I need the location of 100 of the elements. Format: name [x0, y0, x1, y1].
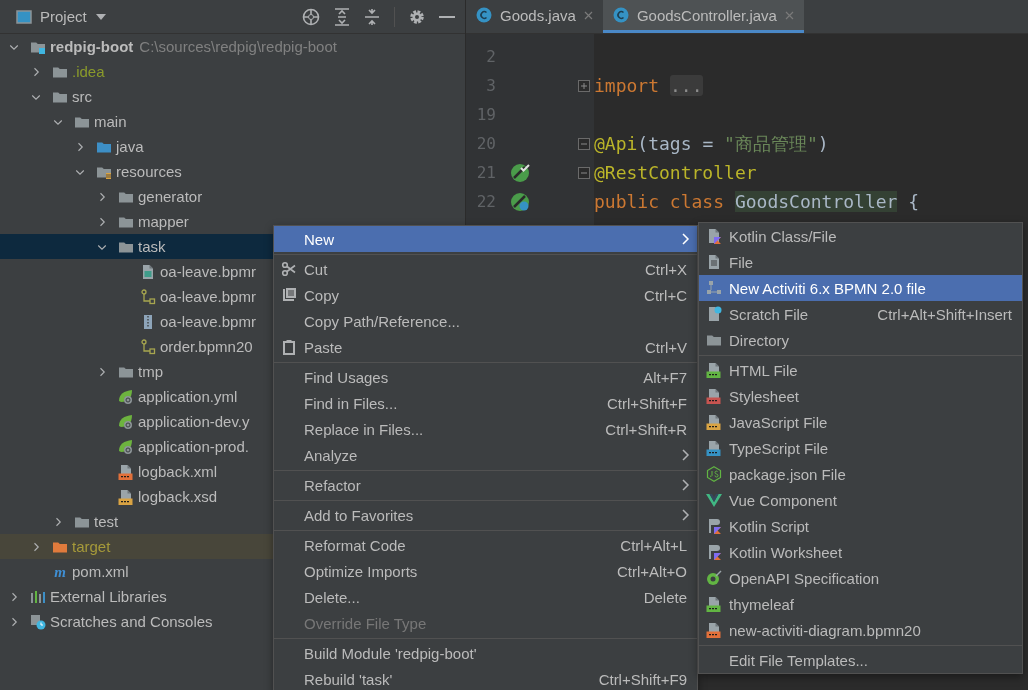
keyboard-shortcut: Alt+F7	[643, 368, 687, 386]
diagram-icon	[140, 338, 156, 355]
tree-item-label[interactable]: application-dev.y	[138, 411, 250, 432]
menu-item[interactable]: Edit File Templates...	[699, 647, 1022, 673]
ts-file-icon	[706, 440, 722, 456]
keyboard-shortcut: Ctrl+V	[644, 338, 687, 356]
editor-tab[interactable]: GoodsController.java	[602, 0, 804, 33]
menu-item[interactable]: Analyze	[274, 442, 697, 468]
spring-leaf-icon	[118, 388, 134, 405]
xml-file-icon	[706, 622, 722, 638]
tree-item-label[interactable]: External Libraries	[50, 586, 167, 607]
kotlin-script-icon	[706, 518, 722, 534]
tree-item-label[interactable]: oa-leave.bpmr	[160, 261, 256, 282]
panel-title[interactable]: Project	[40, 8, 87, 25]
menu-item[interactable]: New Activiti 6.x BPMN 2.0 file	[699, 275, 1022, 301]
kotlin-script-icon	[706, 544, 722, 560]
menu-item[interactable]: Kotlin Worksheet	[699, 539, 1022, 565]
xml-file-icon	[118, 463, 134, 480]
tree-item-label[interactable]: logback.xml	[138, 461, 218, 482]
menu-item[interactable]: Reformat Code Ctrl+Alt+L	[274, 532, 697, 558]
bean-icon[interactable]	[510, 191, 530, 212]
menu-item[interactable]: Copy Ctrl+C	[274, 282, 697, 308]
keyboard-shortcut: Delete	[643, 588, 687, 606]
menu-item[interactable]: new-activiti-diagram.bpmn20	[699, 617, 1022, 643]
tree-item-label[interactable]: resources	[116, 161, 182, 182]
code-line: @RestController	[594, 162, 757, 183]
fold-plus-icon[interactable]	[578, 79, 590, 92]
html-file-icon	[706, 362, 722, 378]
tree-item-label[interactable]: order.bpmn20	[160, 336, 253, 357]
tree-item-label[interactable]: logback.xsd	[138, 486, 218, 507]
menu-item[interactable]: New	[274, 226, 697, 252]
panel-icon	[16, 8, 32, 25]
menu-item[interactable]: thymeleaf	[699, 591, 1022, 617]
keyboard-shortcut: Ctrl+Alt+Shift+Insert	[877, 305, 1012, 323]
diagram-icon	[140, 288, 156, 305]
kotlin-file-icon	[706, 228, 722, 244]
menu-item[interactable]: Refactor	[274, 472, 697, 498]
menu-item[interactable]: Paste Ctrl+V	[274, 334, 697, 360]
menu-item[interactable]: package.json File	[699, 461, 1022, 487]
keyboard-shortcut: Ctrl+X	[644, 260, 687, 278]
settings-icon[interactable]	[409, 8, 425, 25]
menu-item[interactable]: Directory	[699, 327, 1022, 353]
tree-item-label[interactable]: target	[72, 536, 111, 557]
image-file-icon	[140, 263, 156, 280]
menu-item[interactable]: Kotlin Class/File	[699, 223, 1022, 249]
menu-item[interactable]: Find in Files... Ctrl+Shift+F	[274, 390, 697, 416]
tree-item-label[interactable]: redpig-boot	[50, 36, 134, 57]
spring-leaf-icon	[118, 413, 134, 430]
close-icon[interactable]	[583, 10, 593, 20]
tree-item-label[interactable]: application.yml	[138, 386, 238, 407]
tree-item-label[interactable]: .idea	[72, 61, 105, 82]
keyboard-shortcut: Ctrl+Alt+O	[616, 562, 687, 580]
menu-item[interactable]: Find Usages Alt+F7	[274, 364, 697, 390]
tree-item-label[interactable]: src	[72, 86, 92, 107]
tree-item-label[interactable]: oa-leave.bpmr	[160, 286, 256, 307]
class-icon	[612, 7, 629, 23]
menu-item[interactable]: JavaScript File	[699, 409, 1022, 435]
scratches-icon	[30, 613, 46, 630]
menu-item[interactable]: HTML File	[699, 357, 1022, 383]
menu-item[interactable]: Build Module 'redpig-boot'	[274, 640, 697, 666]
tree-item-label[interactable]: pom.xml	[72, 561, 129, 582]
openapi-icon	[706, 570, 722, 586]
tree-item-label[interactable]: generator	[138, 186, 203, 207]
class-icon	[476, 7, 492, 23]
locate-icon[interactable]	[302, 7, 320, 26]
tree-item-label[interactable]: tmp	[138, 361, 163, 382]
editor-tab[interactable]: Goods.java	[466, 0, 603, 33]
menu-item[interactable]: Delete... Delete	[274, 584, 697, 610]
menu-item[interactable]: Add to Favorites	[274, 502, 697, 528]
tree-item-label[interactable]: oa-leave.bpmr	[160, 311, 256, 332]
tree-item-label[interactable]: task	[138, 236, 166, 257]
tree-item-label[interactable]: java	[116, 136, 144, 157]
menu-item[interactable]: File	[699, 249, 1022, 275]
maven-icon: m	[52, 563, 68, 580]
menu-item[interactable]: Stylesheet	[699, 383, 1022, 409]
bean-check-icon[interactable]	[510, 162, 530, 183]
menu-item[interactable]: Replace in Files... Ctrl+Shift+R	[274, 416, 697, 442]
menu-item[interactable]: OpenAPI Specification	[699, 565, 1022, 591]
menu-item[interactable]: Rebuild 'task' Ctrl+Shift+F9	[274, 666, 697, 690]
project-path: C:\sources\redpig\redpig-boot	[139, 38, 337, 55]
menu-item[interactable]: TypeScript File	[699, 435, 1022, 461]
tree-item-label[interactable]: Scratches and Consoles	[50, 611, 213, 632]
collapse-all-icon[interactable]	[364, 7, 380, 26]
tree-item-label[interactable]: application-prod.	[138, 436, 249, 457]
nodejs-icon	[706, 466, 722, 482]
menu-item[interactable]: Vue Component	[699, 487, 1022, 513]
expand-all-icon[interactable]	[334, 7, 350, 26]
menu-item[interactable]: Optimize Imports Ctrl+Alt+O	[274, 558, 697, 584]
tree-item-label[interactable]: test	[94, 511, 119, 532]
tree-item-label[interactable]: main	[94, 111, 127, 132]
keyboard-shortcut: Ctrl+Shift+R	[605, 420, 687, 438]
keyboard-shortcut: Ctrl+Alt+L	[620, 536, 687, 554]
js-file-icon	[706, 414, 722, 430]
menu-item[interactable]: Cut Ctrl+X	[274, 256, 697, 282]
menu-item[interactable]: Scratch File Ctrl+Alt+Shift+Insert	[699, 301, 1022, 327]
tree-item-label[interactable]: mapper	[138, 211, 189, 232]
menu-item[interactable]: Kotlin Script	[699, 513, 1022, 539]
menu-item[interactable]: Copy Path/Reference...	[274, 308, 697, 334]
fold-minus-icon[interactable]	[578, 137, 590, 150]
fold-minus-icon[interactable]	[578, 166, 590, 179]
